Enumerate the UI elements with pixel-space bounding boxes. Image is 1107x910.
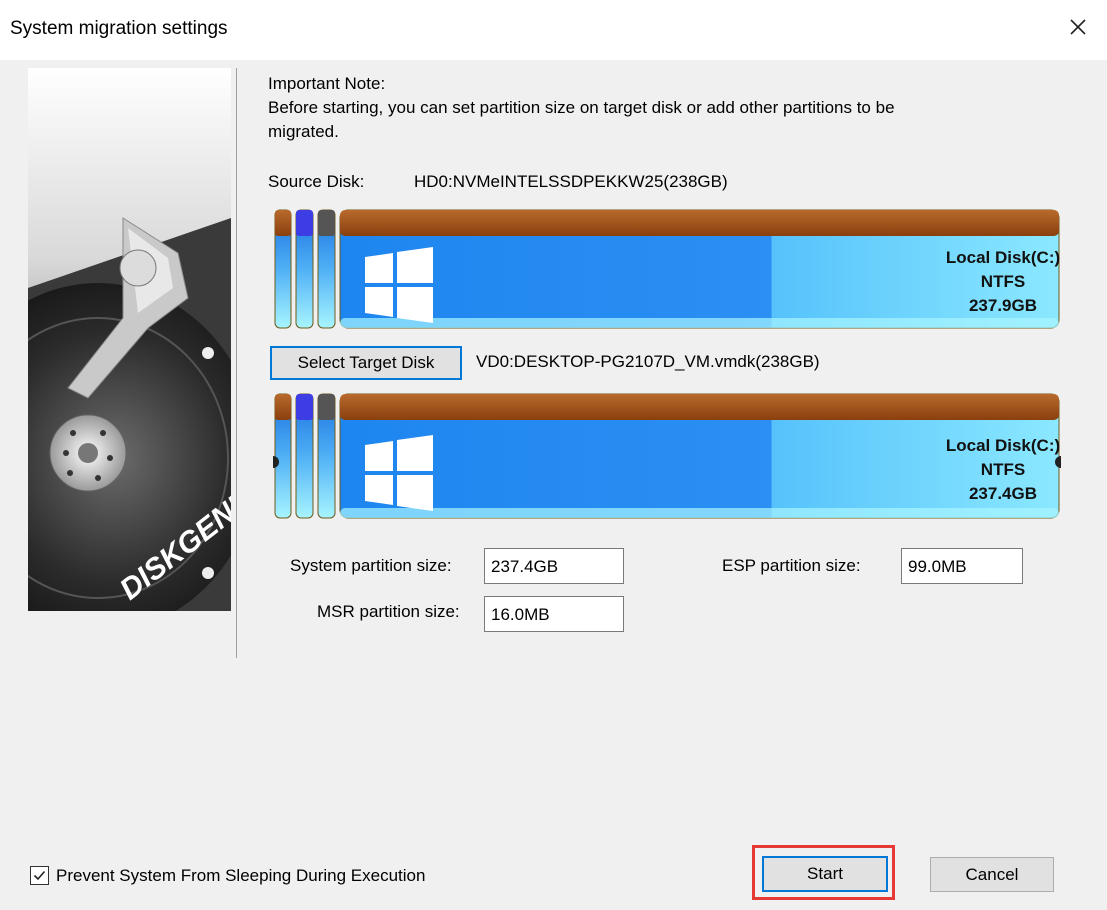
target-partition-size: 237.4GB xyxy=(968,484,1038,503)
target-small-partition-3[interactable] xyxy=(317,393,336,519)
diskgenius-side-image: DISKGENIUS xyxy=(0,68,281,633)
source-small-partition-2[interactable] xyxy=(295,209,314,329)
source-partition-info: Local Disk(C:) NTFS 237.9GB xyxy=(873,246,1107,318)
prevent-sleep-checkbox[interactable] xyxy=(30,866,49,885)
start-button[interactable]: Start xyxy=(762,856,888,892)
source-disk-map: Local Disk(C:) NTFS 237.9GB xyxy=(273,208,1061,330)
source-partition-fs: NTFS xyxy=(980,272,1026,291)
vertical-divider xyxy=(236,68,237,658)
target-small-partition-2[interactable] xyxy=(295,393,314,519)
target-partition-info: Local Disk(C:) NTFS 237.4GB xyxy=(873,434,1107,506)
source-partition-size: 237.9GB xyxy=(968,296,1038,315)
cancel-button[interactable]: Cancel xyxy=(930,857,1054,892)
source-small-partition-3[interactable] xyxy=(317,209,336,329)
msr-partition-size-label: MSR partition size: xyxy=(317,602,460,621)
close-icon[interactable] xyxy=(1063,12,1093,42)
note-line-1: Before starting, you can set partition s… xyxy=(268,98,895,117)
source-disk-name: HD0:NVMeINTELSSDPEKKW25(238GB) xyxy=(414,172,728,191)
esp-partition-size-input[interactable]: 99.0MB xyxy=(901,548,1023,584)
esp-partition-size-label: ESP partition size: xyxy=(722,556,861,575)
note-line-2: migrated. xyxy=(268,122,339,141)
msr-partition-size-input[interactable]: 16.0MB xyxy=(484,596,624,632)
window-title: System migration settings xyxy=(10,18,228,39)
target-disk-map: Local Disk(C:) NTFS 237.4GB xyxy=(273,392,1061,519)
title-bar: System migration settings xyxy=(0,0,1107,60)
source-disk-label: Source Disk: xyxy=(268,172,365,191)
important-note: Important Note: Before starting, you can… xyxy=(268,72,895,144)
source-partition-name: Local Disk(C:) xyxy=(945,248,1061,267)
select-target-disk-button[interactable]: Select Target Disk xyxy=(270,346,462,380)
system-partition-size-input[interactable]: 237.4GB xyxy=(484,548,624,584)
target-small-partition-1[interactable] xyxy=(274,393,292,519)
source-small-partition-1[interactable] xyxy=(274,209,292,329)
note-heading: Important Note: xyxy=(268,74,386,93)
target-partition-fs: NTFS xyxy=(980,460,1026,479)
prevent-sleep-label[interactable]: Prevent System From Sleeping During Exec… xyxy=(56,866,425,886)
target-partition-name: Local Disk(C:) xyxy=(945,436,1061,455)
checkmark-icon xyxy=(33,870,46,881)
target-disk-name: VD0:DESKTOP-PG2107D_VM.vmdk(238GB) xyxy=(476,352,820,371)
system-partition-size-label: System partition size: xyxy=(290,556,452,575)
